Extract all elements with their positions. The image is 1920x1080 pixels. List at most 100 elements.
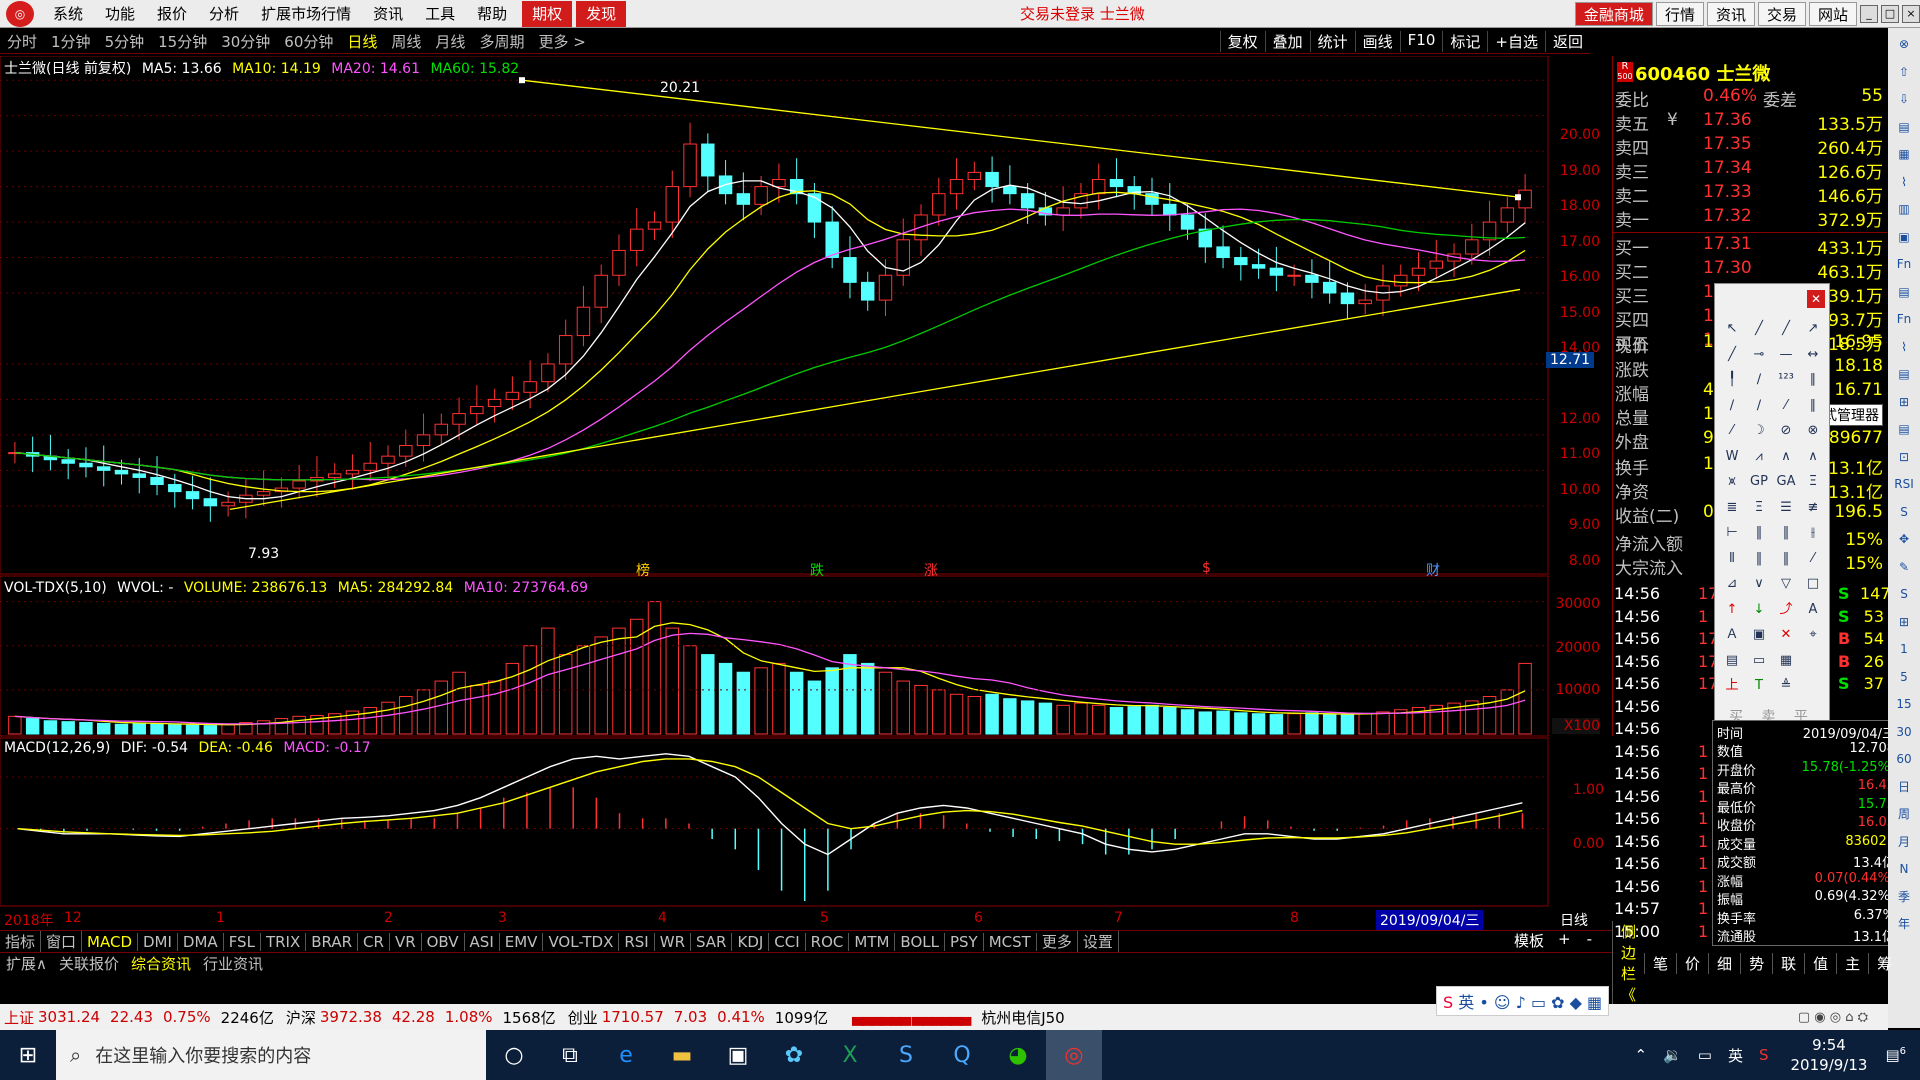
- sub-tab-3[interactable]: 行业资讯: [197, 953, 269, 974]
- side-tool-icon[interactable]: 15: [1894, 694, 1914, 714]
- side-tool-icon[interactable]: 年: [1894, 914, 1914, 934]
- network-icon[interactable]: ▭: [1698, 1046, 1712, 1064]
- side-tool-icon[interactable]: ▤: [1894, 117, 1914, 137]
- taskbar-search[interactable]: ⌕ 在这里输入你要搜索的内容: [56, 1030, 486, 1080]
- draw-tool-icon[interactable]: ⊸: [1748, 344, 1770, 366]
- draw-tool-icon[interactable]: ⤴: [1775, 599, 1797, 621]
- buy-row-1[interactable]: 买一 17.31 433.1万: [1613, 234, 1887, 259]
- marker-cai[interactable]: 财: [1426, 560, 1440, 580]
- draw-tool-icon[interactable]: ▽: [1775, 573, 1797, 595]
- draw-tool-icon[interactable]: ⩘: [1748, 446, 1770, 468]
- draw-tool-icon[interactable]: —: [1775, 344, 1797, 366]
- draw-tool-icon[interactable]: ⩙: [1721, 471, 1743, 493]
- menu-system[interactable]: 系统: [42, 3, 94, 24]
- draw-tool-icon[interactable]: ⦀: [1721, 548, 1743, 570]
- menu-ext-market[interactable]: 扩展市场行情: [250, 3, 362, 24]
- drawing-tools-palette[interactable]: ✕ ↖ ╱ ╱ ↗ ╱ ⊸ — ↔ ╿ ∕ ¹²³ ∥ ∕ ∕ ⁄ ∥ ⁄ ☽ ⊘ ⊗ W ⩘ ∧ ∧ ⩙ GP GA Ξ ≣ Ξ ☰ ≢ ⊢ ‖…: [1714, 283, 1830, 731]
- draw-tool-icon[interactable]: W: [1721, 446, 1743, 468]
- close-icon[interactable]: ×: [1902, 5, 1920, 23]
- draw-tool-icon[interactable]: T: [1748, 675, 1770, 697]
- draw-tool-icon[interactable]: ⁄: [1775, 395, 1797, 417]
- trendline-handle[interactable]: [1515, 194, 1521, 201]
- draw-tool-icon[interactable]: ∧: [1775, 446, 1797, 468]
- draw-tool-icon[interactable]: Ａ: [1721, 624, 1743, 646]
- draw-tool-icon[interactable]: ≣: [1721, 497, 1743, 519]
- chart-tool-3[interactable]: 画线: [1354, 31, 1400, 52]
- side-tool-icon[interactable]: ✎: [1894, 557, 1914, 577]
- right-tab-4[interactable]: 势: [1740, 952, 1772, 974]
- side-tool-icon[interactable]: 5: [1894, 667, 1914, 687]
- indicator-tab-8[interactable]: CR: [358, 932, 390, 951]
- indicator-tab-13[interactable]: VOL-TDX: [543, 932, 620, 951]
- draw-tool-icon[interactable]: ∨: [1748, 573, 1770, 595]
- side-tool-icon[interactable]: 60: [1894, 749, 1914, 769]
- draw-tool-icon[interactable]: ☰: [1775, 497, 1797, 519]
- draw-tool-icon[interactable]: ∥: [1802, 395, 1824, 417]
- period-5[interactable]: 60分钟: [277, 31, 340, 52]
- right-tab-5[interactable]: 联: [1772, 952, 1804, 974]
- side-tool-icon[interactable]: ▥: [1894, 199, 1914, 219]
- indicator-tab-14[interactable]: RSI: [619, 932, 655, 951]
- period-2[interactable]: 5分钟: [98, 31, 152, 52]
- indicator-tab-15[interactable]: WR: [655, 932, 691, 951]
- draw-tool-icon[interactable]: ⁄: [1802, 548, 1824, 570]
- store-icon[interactable]: ▣: [710, 1030, 766, 1080]
- right-tab-8[interactable]: 筹: [1868, 952, 1900, 974]
- indicator-tab-0[interactable]: 指标: [0, 931, 42, 952]
- side-tool-icon[interactable]: Fn: [1894, 254, 1914, 274]
- buy-row-2[interactable]: 买二 17.30 463.1万: [1613, 258, 1887, 283]
- marker-die[interactable]: 跌: [810, 560, 824, 580]
- qq-browser-icon[interactable]: Q: [934, 1030, 990, 1080]
- side-tool-icon[interactable]: ⌇: [1894, 337, 1914, 357]
- side-tool-icon[interactable]: 日: [1894, 777, 1914, 797]
- draw-tool-icon[interactable]: ╿: [1721, 369, 1743, 391]
- volume-icon[interactable]: 🔉: [1663, 1046, 1682, 1064]
- sogou-tray-icon[interactable]: S: [1759, 1046, 1769, 1064]
- right-tab-3[interactable]: 细: [1708, 952, 1740, 974]
- side-tool-icon[interactable]: ▣: [1894, 227, 1914, 247]
- indicator-tab-1[interactable]: 窗口: [41, 931, 83, 952]
- side-tool-icon[interactable]: S: [1894, 584, 1914, 604]
- draw-tool-icon[interactable]: ⌖: [1802, 624, 1824, 646]
- chart-tool-0[interactable]: 复权: [1219, 31, 1265, 52]
- side-tool-icon[interactable]: ⇩: [1894, 89, 1914, 109]
- indicator-tab-18[interactable]: CCI: [769, 932, 806, 951]
- marker-dollar[interactable]: $: [1202, 560, 1211, 576]
- tdx-app-icon[interactable]: ◎: [1046, 1030, 1102, 1080]
- period-4[interactable]: 30分钟: [214, 31, 277, 52]
- chart-tool-1[interactable]: 叠加: [1264, 31, 1310, 52]
- side-tool-icon[interactable]: ⊞: [1894, 612, 1914, 632]
- indicator-tab-23[interactable]: MCST: [984, 932, 1037, 951]
- app-icon[interactable]: ✿: [766, 1030, 822, 1080]
- side-tool-icon[interactable]: ✥: [1894, 529, 1914, 549]
- right-tab-6[interactable]: 值: [1804, 952, 1836, 974]
- draw-tool-icon[interactable]: ‖: [1775, 522, 1797, 544]
- draw-tool-icon[interactable]: ▦: [1775, 650, 1797, 672]
- menu-options[interactable]: 期权: [522, 0, 573, 27]
- cortana-icon[interactable]: ○: [486, 1030, 542, 1080]
- chart-tool-6[interactable]: +自选: [1487, 31, 1545, 52]
- side-tool-icon[interactable]: 30: [1894, 722, 1914, 742]
- chart-area[interactable]: [0, 56, 1612, 930]
- side-tool-icon[interactable]: ⊡: [1894, 447, 1914, 467]
- indicator-tab-19[interactable]: ROC: [806, 932, 850, 951]
- indicator-tab-10[interactable]: OBV: [422, 932, 465, 951]
- windows-start-icon[interactable]: ⊞: [0, 1030, 56, 1080]
- sub-tab-0[interactable]: 扩展∧: [0, 953, 53, 974]
- sh-index-name[interactable]: 上证: [4, 1007, 34, 1028]
- side-tool-icon[interactable]: 季: [1894, 887, 1914, 907]
- menu-info[interactable]: 资讯: [362, 3, 414, 24]
- excel-icon[interactable]: X: [822, 1030, 878, 1080]
- indicator-tab-5[interactable]: FSL: [224, 932, 261, 951]
- indicator-tab-3[interactable]: DMI: [138, 932, 178, 951]
- draw-tool-icon[interactable]: ╱: [1748, 318, 1770, 340]
- draw-tool-icon[interactable]: A: [1802, 599, 1824, 621]
- side-tool-icon[interactable]: ▤: [1894, 419, 1914, 439]
- draw-tool-icon[interactable]: ∕: [1721, 395, 1743, 417]
- chart-tool-5[interactable]: 标记: [1442, 31, 1487, 52]
- indicator-tab-2[interactable]: MACD: [82, 932, 138, 951]
- period-1[interactable]: 1分钟: [44, 31, 98, 52]
- sell-row-2[interactable]: 卖二 17.33 146.6万: [1613, 182, 1887, 207]
- cy-index-name[interactable]: 创业: [568, 1007, 598, 1028]
- side-tool-icon[interactable]: 1: [1894, 639, 1914, 659]
